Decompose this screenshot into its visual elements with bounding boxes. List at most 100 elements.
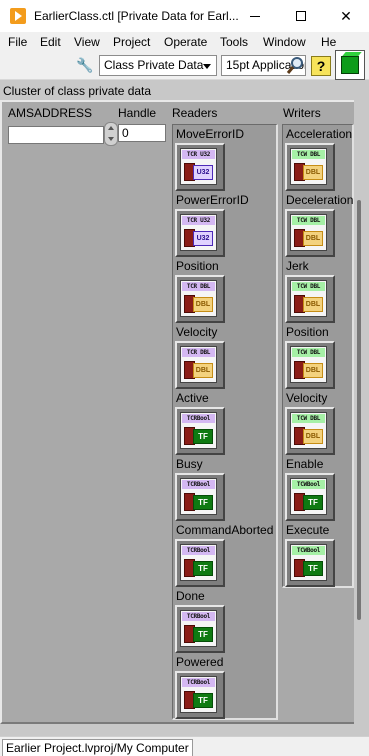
refnum-icon: TCW DBL DBL (290, 148, 327, 185)
reader-refnum[interactable]: TCRBool TF (175, 407, 225, 455)
menu-file[interactable]: File (8, 35, 27, 49)
type-badge: U32 (193, 165, 213, 180)
close-icon: ✕ (340, 7, 352, 24)
refnum-body: DBL (182, 293, 215, 315)
reader-refnum[interactable]: TCR U32 U32 (175, 209, 225, 257)
reader-refnum[interactable]: TCRBool TF (175, 473, 225, 521)
writers-array: Acceleration TCW DBL DBL Deceleration TCW DB… (282, 124, 354, 588)
refnum-body: TF (182, 557, 215, 579)
writer-label: Acceleration (286, 127, 353, 141)
type-badge: DBL (303, 165, 323, 180)
reader-refnum[interactable]: TCRBool TF (175, 539, 225, 587)
refnum-tag: TCR U32 (182, 216, 215, 225)
refnum-tag: TCRBool (182, 414, 215, 423)
writer-refnum[interactable]: TCWBool TF (285, 539, 335, 587)
refnum-icon: TCR U32 U32 (180, 148, 217, 185)
type-badge: DBL (303, 429, 323, 444)
refnum-icon: TCRBool TF (180, 412, 217, 449)
writer-refnum[interactable]: TCWBool TF (285, 473, 335, 521)
labview-app-icon (10, 8, 26, 24)
refnum-tag: TCR DBL (182, 348, 215, 357)
maximize-button[interactable] (278, 0, 324, 32)
refnum-body: DBL (292, 359, 325, 381)
menu-window[interactable]: Window (263, 35, 306, 49)
menu-project[interactable]: Project (113, 35, 150, 49)
writer-label: Velocity (286, 391, 328, 405)
type-badge: DBL (303, 231, 323, 246)
refnum-tag: TCWBool (292, 546, 325, 555)
refnum-icon: TCRBool TF (180, 610, 217, 647)
type-badge: TF (193, 693, 213, 708)
refnum-tag: TCR DBL (182, 282, 215, 291)
reader-refnum[interactable]: TCR DBL DBL (175, 341, 225, 389)
refnum-icon: TCW DBL DBL (290, 214, 327, 251)
type-badge: DBL (303, 363, 323, 378)
refnum-body: TF (292, 491, 325, 513)
refnum-icon: TCR DBL DBL (180, 280, 217, 317)
writer-refnum[interactable]: TCW DBL DBL (285, 341, 335, 389)
refnum-icon: TCW DBL DBL (290, 346, 327, 383)
amsaddress-field[interactable] (8, 126, 104, 144)
refnum-icon: TCW DBL DBL (290, 280, 327, 317)
writer-refnum[interactable]: TCW DBL DBL (285, 143, 335, 191)
refnum-tag: TCW DBL (292, 216, 325, 225)
writer-refnum[interactable]: TCW DBL DBL (285, 209, 335, 257)
writer-label: Execute (286, 523, 330, 537)
type-badge: DBL (193, 363, 213, 378)
reader-refnum[interactable]: TCRBool TF (175, 605, 225, 653)
type-badge: TF (193, 429, 213, 444)
refnum-icon: TCR DBL DBL (180, 346, 217, 383)
class-icon (335, 50, 365, 80)
reader-label: Powered (176, 655, 224, 669)
search-icon[interactable] (286, 56, 306, 75)
vertical-scrollbar[interactable] (357, 200, 361, 620)
refnum-tag: TCW DBL (292, 414, 325, 423)
writer-label: Enable (286, 457, 324, 471)
menu-tools[interactable]: Tools (220, 35, 248, 49)
menu-view[interactable]: View (74, 35, 100, 49)
refnum-body: TF (292, 557, 325, 579)
class-private-data-select[interactable]: Class Private Data (99, 55, 217, 76)
project-path: Earlier Project.lvproj/My Computer (2, 739, 193, 756)
refnum-tag: TCW DBL (292, 150, 325, 159)
maximize-icon (296, 11, 306, 21)
amsaddress-label: AMSADDRESS (8, 106, 93, 120)
handle-label: Handle (118, 106, 157, 120)
refnum-tag: TCW DBL (292, 282, 325, 291)
refnum-tag: TCRBool (182, 546, 215, 555)
handle-field[interactable]: 0 (118, 124, 166, 142)
amsaddress-index-stepper[interactable] (104, 122, 118, 146)
chevron-down-icon (203, 64, 211, 69)
refnum-icon: TCRBool TF (180, 478, 217, 515)
reader-refnum[interactable]: TCR U32 U32 (175, 143, 225, 191)
wrench-icon[interactable]: 🔧 (76, 57, 93, 74)
refnum-body: U32 (182, 227, 215, 249)
reader-refnum[interactable]: TCRBool TF (175, 671, 225, 719)
menu-help[interactable]: He (321, 35, 336, 49)
refnum-body: DBL (292, 425, 325, 447)
reader-label: Busy (176, 457, 203, 471)
refnum-tag: TCRBool (182, 612, 215, 621)
class-cube-icon (341, 56, 359, 74)
minimize-button[interactable] (232, 0, 278, 32)
type-badge: DBL (193, 297, 213, 312)
refnum-body: DBL (292, 227, 325, 249)
title-bar: EarlierClass.ctl [Private Data for Earl.… (0, 0, 369, 32)
refnum-icon: TCR U32 U32 (180, 214, 217, 251)
reader-label: Active (176, 391, 209, 405)
context-help-icon[interactable]: ? (311, 56, 331, 76)
menu-edit[interactable]: Edit (40, 35, 61, 49)
type-badge: U32 (193, 231, 213, 246)
refnum-icon: TCRBool TF (180, 676, 217, 713)
writer-refnum[interactable]: TCW DBL DBL (285, 407, 335, 455)
close-button[interactable]: ✕ (323, 0, 369, 32)
reader-label: MoveErrorID (176, 127, 245, 141)
menu-operate[interactable]: Operate (164, 35, 207, 49)
menu-bar: File Edit View Project Operate Tools Win… (0, 32, 369, 52)
refnum-body: DBL (292, 293, 325, 315)
writer-label: Deceleration (286, 193, 354, 207)
reader-label: PowerErrorID (176, 193, 249, 207)
writer-refnum[interactable]: TCW DBL DBL (285, 275, 335, 323)
minimize-icon (250, 15, 260, 17)
reader-refnum[interactable]: TCR DBL DBL (175, 275, 225, 323)
